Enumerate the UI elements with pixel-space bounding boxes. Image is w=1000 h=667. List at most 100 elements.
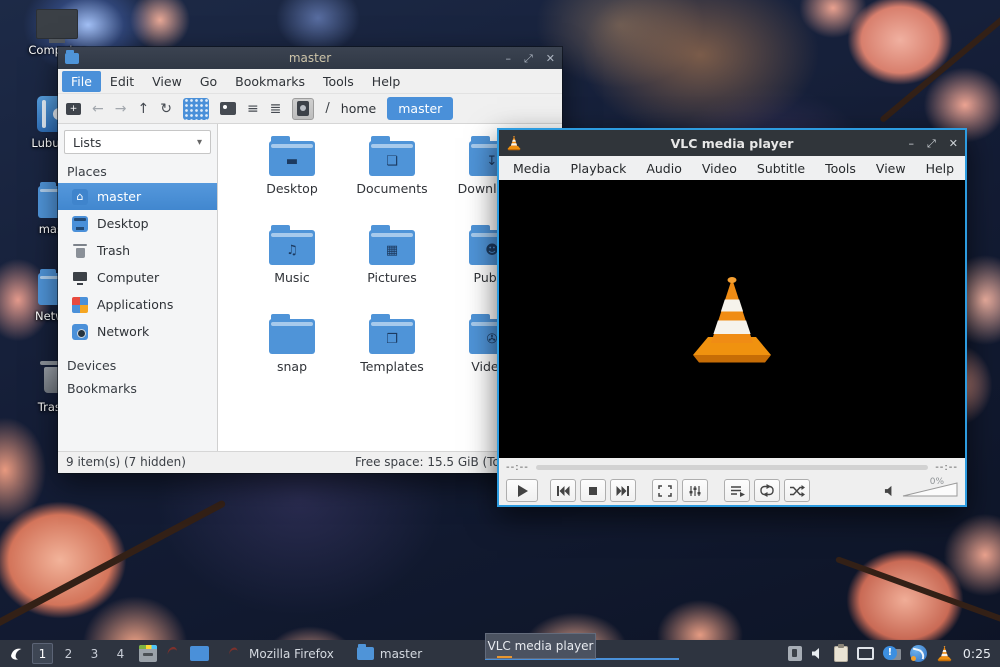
task-firefox[interactable]: Mozilla Firefox (217, 640, 343, 667)
menu-subtitle[interactable]: Subtitle (747, 159, 815, 178)
detailed-view-icon[interactable]: ≣ (270, 102, 282, 116)
app-menu-button[interactable] (5, 643, 27, 665)
playlist-icon (730, 485, 745, 497)
vlc-menubar: Media Playback Audio Video Subtitle Tool… (499, 156, 965, 180)
menu-view[interactable]: View (866, 159, 916, 178)
menu-video[interactable]: Video (692, 159, 747, 178)
folder-emblem-icon: ▬ (269, 141, 315, 176)
volume-tray-icon[interactable] (811, 647, 825, 660)
task-master[interactable]: master (348, 640, 431, 667)
keyboard-indicator-icon[interactable] (788, 646, 802, 661)
workspace-3[interactable]: 3 (84, 643, 105, 664)
sidebar-item-desktop[interactable]: Desktop (58, 210, 217, 237)
file-manager-launcher-icon[interactable] (139, 645, 157, 662)
folder-emblem-icon: ❐ (369, 319, 415, 354)
folder-icon (357, 647, 374, 660)
seek-slider[interactable] (536, 465, 928, 470)
sidebar-item-network[interactable]: Network (58, 318, 217, 345)
task-progress-indicator (497, 656, 512, 658)
show-desktop-icon[interactable] (190, 646, 209, 661)
equalizer-button[interactable] (682, 479, 708, 502)
update-notifier-icon[interactable] (910, 645, 927, 662)
menu-file[interactable]: File (62, 71, 101, 92)
clipboard-icon[interactable] (834, 646, 848, 662)
menu-edit[interactable]: Edit (101, 71, 143, 92)
file-manager-menubar: File Edit View Go Bookmarks Tools Help (58, 69, 562, 94)
icon-view-button[interactable] (183, 98, 209, 120)
window-title: master (58, 51, 562, 65)
network-monitor-icon[interactable] (857, 647, 874, 660)
stop-button[interactable] (580, 479, 606, 502)
controls-row: 0% (499, 476, 965, 505)
sidebar-item-master[interactable]: ⌂ master (58, 183, 217, 210)
trash-icon (72, 243, 88, 259)
folder-pictures[interactable]: ▦ Pictures (342, 225, 442, 314)
breadcrumb-home[interactable]: home (341, 101, 376, 116)
loop-icon (759, 484, 775, 497)
folder-label: Documents (356, 181, 427, 196)
chevron-down-icon: ▾ (197, 137, 202, 148)
menu-media[interactable]: Media (503, 159, 561, 178)
workspace-1[interactable]: 1 (32, 643, 53, 664)
sidebar-item-trash[interactable]: Trash (58, 237, 217, 264)
breadcrumb-current[interactable]: master (387, 97, 453, 120)
compact-view-icon[interactable]: ≡ (247, 102, 259, 116)
menu-help[interactable]: Help (916, 159, 965, 178)
home-icon: ⌂ (72, 189, 88, 205)
menu-playback[interactable]: Playback (561, 159, 637, 178)
menu-bookmarks[interactable]: Bookmarks (226, 71, 314, 92)
menu-help[interactable]: Help (363, 71, 410, 92)
workspace-4[interactable]: 4 (110, 643, 131, 664)
workspace-2[interactable]: 2 (58, 643, 79, 664)
task-label: master (380, 647, 422, 661)
branch-decoration (879, 3, 1000, 123)
folder-templates[interactable]: ❐ Templates (342, 314, 442, 403)
menu-audio[interactable]: Audio (636, 159, 692, 178)
vlc-titlebar[interactable]: VLC media player – ⤢ ✕ (499, 130, 965, 156)
computer-icon (36, 9, 78, 39)
sidebar-view-dropdown[interactable]: Lists ▾ (64, 130, 211, 154)
filesystem-root-button[interactable] (292, 98, 314, 120)
menu-tools[interactable]: Tools (314, 71, 363, 92)
vlc-tray-icon[interactable] (936, 645, 953, 662)
new-window-icon[interactable]: + (66, 103, 81, 115)
refresh-icon[interactable]: ↻ (160, 102, 172, 116)
file-manager-titlebar[interactable]: master – ⤢ ✕ (58, 47, 562, 69)
shuffle-icon (789, 485, 805, 497)
folder-label: snap (277, 359, 307, 374)
sidebar-item-computer[interactable]: Computer (58, 264, 217, 291)
menu-view[interactable]: View (143, 71, 191, 92)
playlist-button[interactable] (724, 479, 750, 502)
path-separator: / (325, 101, 329, 116)
network-icon (72, 324, 88, 340)
folder-label: Templates (360, 359, 424, 374)
firefox-launcher-icon[interactable] (164, 644, 183, 663)
folder-emblem-icon (269, 319, 315, 354)
menu-go[interactable]: Go (191, 71, 226, 92)
back-icon[interactable]: ← (92, 102, 104, 116)
folder-music[interactable]: ♫ Music (242, 225, 342, 314)
desktop-icon (72, 216, 88, 232)
folder-desktop[interactable]: ▬ Desktop (242, 136, 342, 225)
seek-row: --:-- --:-- (499, 458, 965, 476)
volume-control[interactable]: 0% (884, 481, 958, 500)
sidebar-item-applications[interactable]: Applications (58, 291, 217, 318)
next-button[interactable] (610, 479, 636, 502)
previous-button[interactable] (550, 479, 576, 502)
shuffle-button[interactable] (784, 479, 810, 502)
menu-tools[interactable]: Tools (815, 159, 866, 178)
loop-button[interactable] (754, 479, 780, 502)
folder-snap[interactable]: snap (242, 314, 342, 403)
folder-label: Music (274, 270, 310, 285)
clock[interactable]: 0:25 (963, 646, 991, 661)
notification-icon[interactable]: ! (883, 646, 901, 662)
folder-documents[interactable]: ❏ Documents (342, 136, 442, 225)
applications-icon (72, 297, 88, 313)
video-area[interactable] (499, 180, 965, 458)
fullscreen-button[interactable] (652, 479, 678, 502)
play-icon (516, 485, 528, 497)
forward-icon[interactable]: → (115, 102, 127, 116)
play-button[interactable] (506, 479, 538, 502)
thumbnail-view-icon[interactable] (220, 102, 236, 115)
up-icon[interactable]: ↑ (137, 102, 149, 116)
